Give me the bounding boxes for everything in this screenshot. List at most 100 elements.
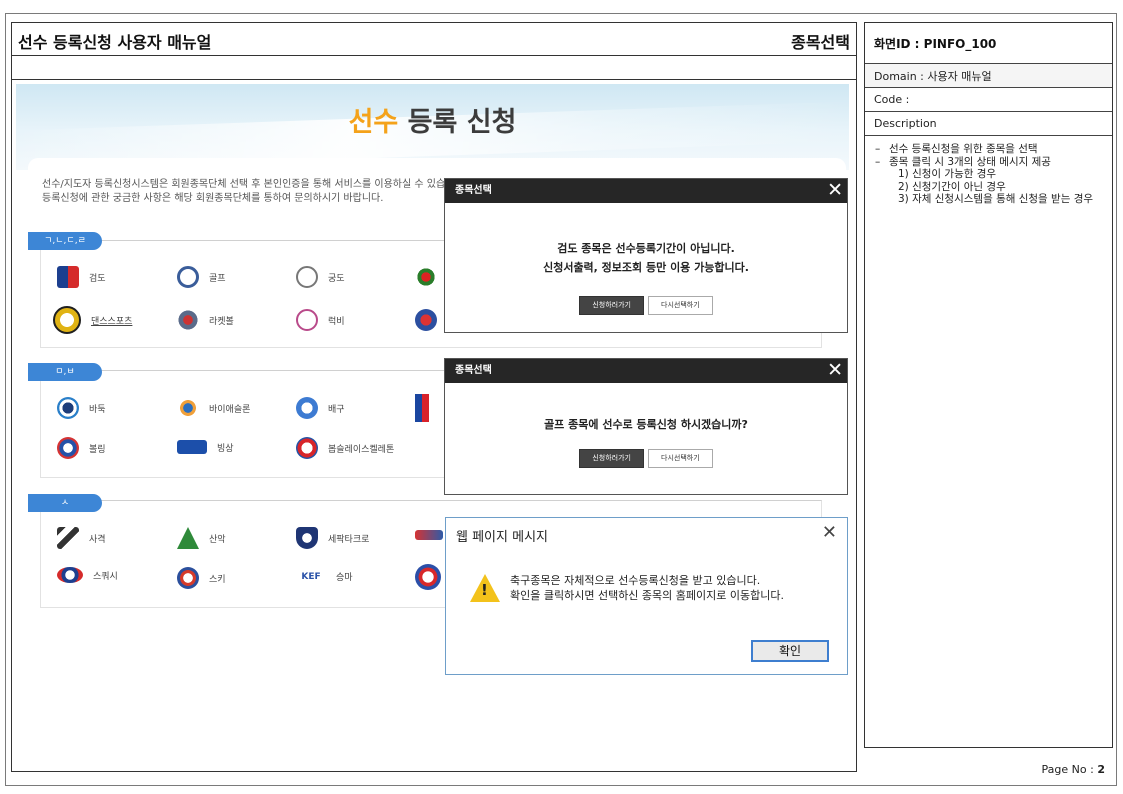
sport-baduk[interactable]: 바둑 — [57, 397, 106, 419]
sport-label: 볼링 — [89, 444, 106, 455]
sport-label: 세팍타크로 — [328, 534, 370, 545]
sepaktakraw-logo-icon — [296, 527, 318, 549]
sport-rugby[interactable]: 럭비 — [296, 309, 345, 331]
domain-row: Domain : 사용자 매뉴얼 — [865, 64, 1112, 88]
sport-label: 라켓볼 — [209, 316, 234, 327]
page-value: 2 — [1097, 763, 1105, 776]
sport-logo-icon — [415, 266, 437, 288]
sport-label: 승마 — [336, 573, 353, 583]
dancesport-logo-icon — [53, 306, 81, 334]
description-item: – 종목 클릭 시 3개의 상태 메시지 제공 — [875, 155, 1051, 168]
dialog-title: 종목선택 — [455, 185, 492, 196]
sport-squash[interactable]: 스쿼시 — [57, 567, 118, 583]
volleyball-logo-icon — [296, 397, 318, 419]
page-title-rest: 등록 신청 — [407, 107, 517, 138]
ski-logo-icon — [177, 567, 199, 589]
racquetball-logo-icon — [177, 309, 199, 331]
mountaineering-logo-icon — [177, 527, 199, 549]
sport-sepaktakraw[interactable]: 세팍타크로 — [296, 527, 369, 549]
dialog-buttons: 신청하러가기 다시선택하기 — [445, 296, 847, 315]
bowling-logo-icon — [57, 437, 79, 459]
reselect-button[interactable]: 다시선택하기 — [648, 296, 713, 315]
close-icon[interactable]: ✕ — [822, 522, 837, 543]
header-subbar — [11, 56, 857, 80]
sport-label: 댄스스포츠 — [91, 316, 133, 327]
page-title: 선수 등록 신청 — [16, 100, 849, 139]
sport-label: 스쿼시 — [93, 571, 118, 582]
ok-button[interactable]: 확인 — [751, 640, 829, 662]
alert-message: 축구종목은 자체적으로 선수등록신청을 받고 있습니다. 확인을 클릭하시면 선… — [510, 573, 840, 605]
dialog-message: 검도 종목은 선수등록기간이 아닙니다. 신청서출력, 정보조회 등만 이용 가… — [445, 239, 847, 277]
sport-bobsleigh[interactable]: 봅슬레이스켈레톤 — [296, 437, 394, 459]
skating-logo-icon — [177, 440, 207, 454]
sport-equestrian[interactable]: KEF 승마 — [296, 570, 353, 583]
bobsleigh-logo-icon — [296, 437, 318, 459]
close-icon[interactable]: ✕ — [827, 359, 843, 381]
sport-ski[interactable]: 스키 — [177, 567, 226, 589]
document-header: 선수 등록신청 사용자 매뉴얼 종목선택 — [11, 22, 857, 56]
sport-label: 골프 — [209, 273, 226, 284]
webpage-message-dialog: 웹 페이지 메시지 ✕ ! 축구종목은 자체적으로 선수등록신청을 받고 있습니… — [445, 517, 848, 675]
sport-select-dialog-confirm: 종목선택 ✕ 골프 종목에 선수로 등록신청 하시겠습니까? 신청하러가기 다시… — [444, 358, 848, 495]
dialog-message: 골프 종목에 선수로 등록신청 하시겠습니까? — [544, 418, 748, 431]
sport-bowling[interactable]: 볼링 — [57, 437, 106, 459]
description-item-text: 종목 클릭 시 3개의 상태 메시지 제공 — [889, 155, 1051, 168]
section-tab-1[interactable]: ㄱ,ㄴ,ㄷ,ㄹ — [28, 232, 102, 250]
apply-button[interactable]: 신청하러가기 — [579, 296, 644, 315]
page-label: Page No : — [1041, 763, 1094, 776]
screen-id: 화면ID : PINFO_100 — [865, 23, 1112, 64]
reselect-button[interactable]: 다시선택하기 — [648, 449, 713, 468]
kendo-logo-icon — [57, 266, 79, 288]
sport-label: 바이애슬론 — [209, 404, 251, 415]
sport-biathlon[interactable]: 바이애슬론 — [177, 397, 250, 419]
sport-label: 봅슬레이스켈레톤 — [328, 444, 395, 455]
sport-kendo[interactable]: 검도 — [57, 266, 106, 288]
sport-hidden-2[interactable] — [415, 309, 447, 331]
sport-label: 검도 — [89, 273, 106, 284]
golf-logo-icon — [177, 266, 199, 288]
intro-text: 선수/지도자 등록신청시스템은 회원종목단체 선택 후 본인인증을 통해 서비스… — [42, 178, 452, 206]
dialog-buttons: 신청하러가기 다시선택하기 — [445, 449, 847, 468]
sport-golf[interactable]: 골프 — [177, 266, 226, 288]
sport-skating[interactable]: 빙상 — [177, 440, 234, 454]
dialog-message-line-2: 신청서출력, 정보조회 등만 이용 가능합니다. — [543, 261, 749, 274]
code-row: Code : — [865, 88, 1112, 112]
sport-label: 사격 — [89, 534, 106, 545]
dialog-title: 종목선택 — [455, 365, 492, 376]
sport-mountaineering[interactable]: 산악 — [177, 527, 226, 549]
sport-hidden-3[interactable] — [415, 394, 439, 422]
gungdo-logo-icon — [296, 266, 318, 288]
sport-racquetball[interactable]: 라켓볼 — [177, 309, 234, 331]
section-tab-2[interactable]: ㅁ,ㅂ — [28, 363, 102, 381]
dialog-titlebar: 종목선택 ✕ — [445, 179, 847, 203]
close-icon[interactable]: ✕ — [827, 179, 843, 201]
equestrian-logo-icon: KEF — [296, 570, 326, 583]
sport-label: 스키 — [209, 574, 226, 585]
spec-panel: 화면ID : PINFO_100 Domain : 사용자 매뉴얼 Code :… — [864, 22, 1113, 748]
description-subitem: 3) 자체 신청시스템을 통해 신청을 받는 경우 — [898, 193, 1094, 205]
sport-label: 산악 — [209, 534, 226, 545]
sport-hidden-1[interactable] — [415, 266, 447, 288]
sport-label: 배구 — [328, 404, 345, 415]
description-subitem: 1) 신청이 가능한 경우 — [898, 168, 997, 180]
alert-title: 웹 페이지 메시지 — [456, 530, 548, 545]
apply-button[interactable]: 신청하러가기 — [579, 449, 644, 468]
page-title-accent: 선수 — [348, 107, 399, 138]
description-item-text: 선수 등록신청을 위한 종목을 선택 — [889, 143, 1038, 155]
section-tab-3[interactable]: ㅅ — [28, 494, 102, 512]
document-title: 선수 등록신청 사용자 매뉴얼 — [18, 33, 212, 52]
sport-dancesport[interactable]: 댄스스포츠 — [53, 306, 132, 334]
rugby-logo-icon — [296, 309, 318, 331]
sport-volleyball[interactable]: 배구 — [296, 397, 345, 419]
dialog-titlebar: 종목선택 ✕ — [445, 359, 847, 383]
sport-shooting[interactable]: 사격 — [57, 527, 106, 549]
alert-message-line-2: 확인을 클릭하시면 선택하신 종목의 홈페이지로 이동합니다. — [510, 589, 784, 602]
description-subitem: 2) 신청기간이 아닌 경우 — [898, 180, 1006, 193]
sport-select-dialog-closed: 종목선택 ✕ 검도 종목은 선수등록기간이 아닙니다. 신청서출력, 정보조회 … — [444, 178, 848, 333]
warning-mark-icon: ! — [481, 581, 488, 599]
shooting-logo-icon — [57, 527, 79, 549]
sport-gungdo[interactable]: 궁도 — [296, 266, 345, 288]
biathlon-logo-icon — [177, 397, 199, 419]
sport-label: 바둑 — [89, 404, 106, 415]
page-number: Page No : 2 — [1042, 763, 1105, 776]
